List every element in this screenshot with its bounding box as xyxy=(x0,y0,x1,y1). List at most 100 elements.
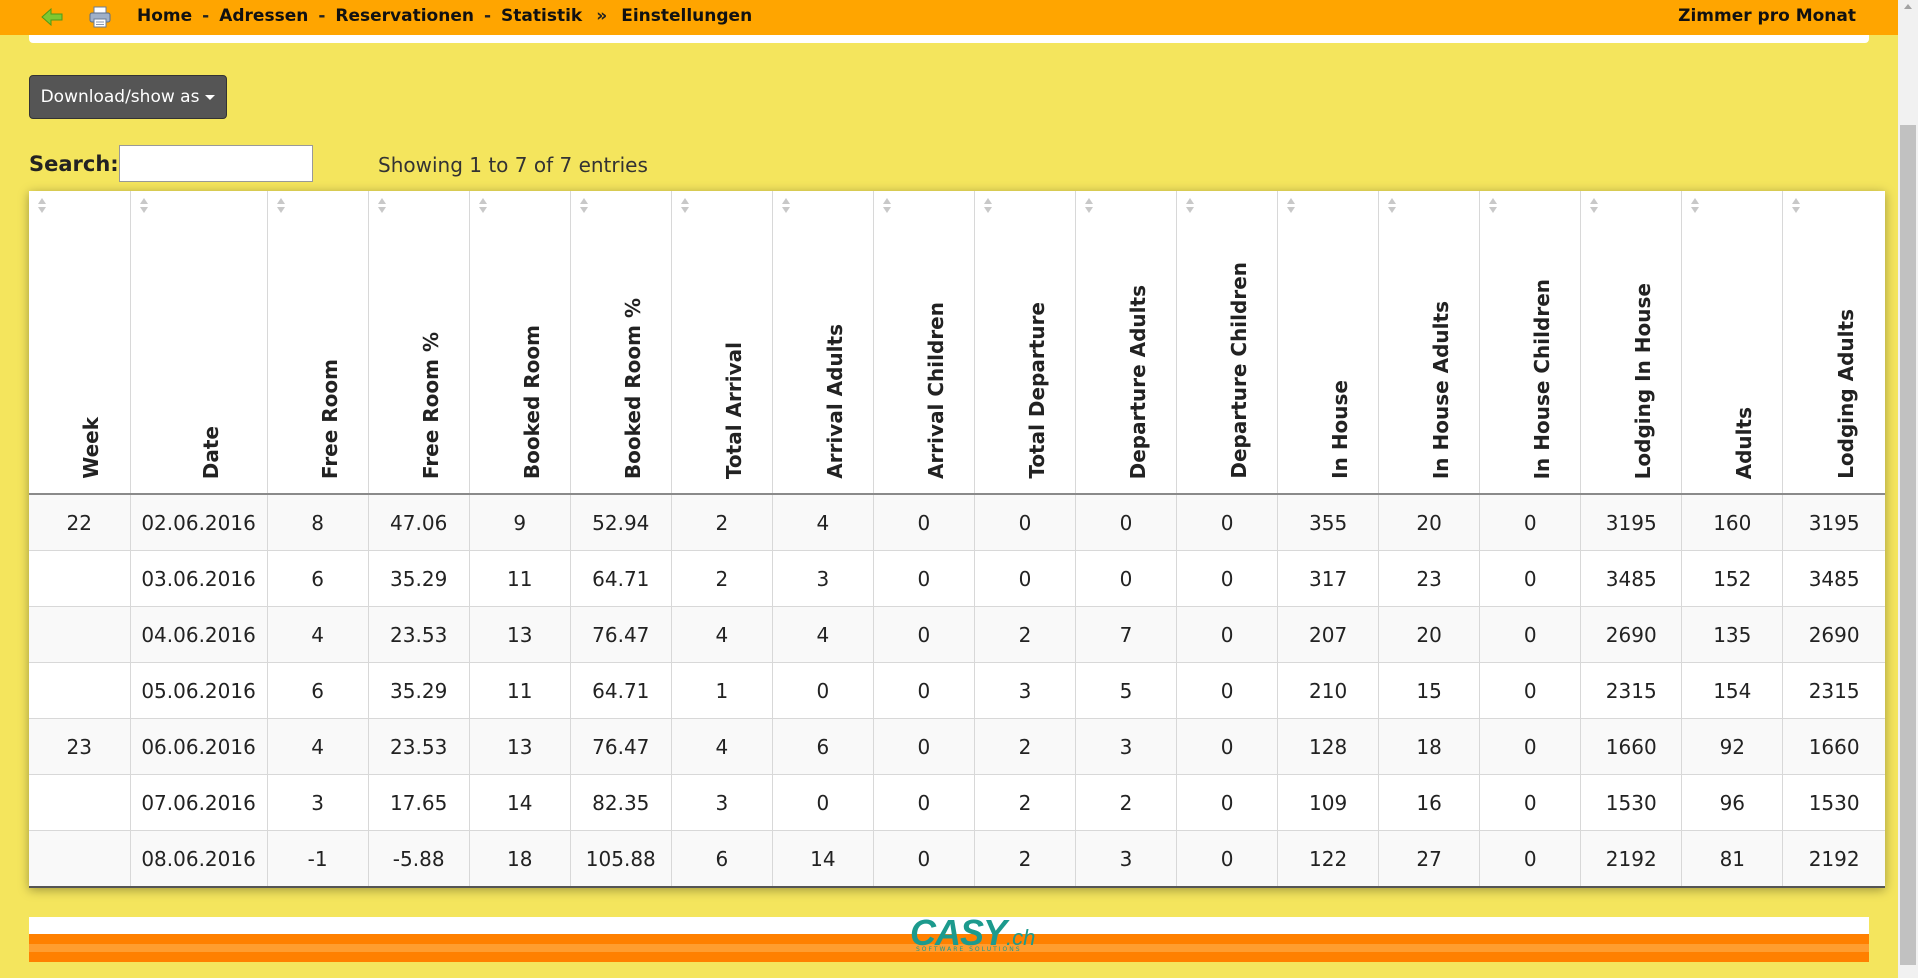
sort-icon xyxy=(1489,198,1498,213)
table-cell: 128 xyxy=(1277,718,1379,775)
casy-logo[interactable]: CASY.ch SOFTWARE SOLUTIONS xyxy=(910,912,1035,953)
top-nav-bar: Home - Adressen - Reservationen - Statistik» Ei… xyxy=(0,0,1898,35)
vertical-scrollbar[interactable] xyxy=(1898,0,1918,978)
column-header[interactable]: Date xyxy=(129,191,268,495)
column-header[interactable]: In House Adults xyxy=(1378,191,1480,495)
table-cell: 4 xyxy=(670,718,773,775)
breadcrumb-nav: Home - Adressen - Reservationen - Statistik» Ei… xyxy=(137,0,752,35)
table-cell: 15 xyxy=(1378,662,1480,719)
scroll-up-icon[interactable] xyxy=(1904,4,1912,9)
column-header[interactable]: Free Room % xyxy=(367,191,470,495)
column-header[interactable]: In House Children xyxy=(1479,191,1581,495)
table-cell: 76.47 xyxy=(569,718,672,775)
table-cell: 76.47 xyxy=(569,606,672,663)
table-row: 07.06.2016 3 17.65 14 82.35 3 0 0 2 2 0 109 16 0 1530 9… xyxy=(29,774,1885,831)
sort-icon xyxy=(781,198,790,213)
table-cell: 0 xyxy=(1074,494,1177,551)
table-cell: 0 xyxy=(1479,830,1581,888)
table-cell: 20 xyxy=(1378,606,1480,663)
download-show-as-button[interactable]: Download/show as xyxy=(29,75,227,119)
table-cell: 4 xyxy=(771,494,874,551)
column-header[interactable]: Departure Children xyxy=(1176,191,1278,495)
table-cell: 3485 xyxy=(1580,550,1682,607)
column-header[interactable]: Adults xyxy=(1681,191,1783,495)
header-strip xyxy=(29,35,1869,43)
table-cell: 4 xyxy=(771,606,874,663)
caret-down-icon xyxy=(205,94,216,100)
statistics-table: Week Date Free Room Free Room % Booked Room B… xyxy=(29,191,1885,888)
nav-arrow-separator: » xyxy=(596,6,608,26)
table-cell: 35.29 xyxy=(367,550,470,607)
column-header-label: Adults xyxy=(1732,406,1757,479)
table-row: 04.06.2016 4 23.53 13 76.47 4 4 0 2 7 0 207 20 0 2690 1… xyxy=(29,606,1885,663)
table-cell: 0 xyxy=(1479,662,1581,719)
column-header-label: Booked Room xyxy=(519,324,544,479)
column-header[interactable]: Booked Room % xyxy=(569,191,672,495)
sort-icon xyxy=(1590,198,1599,213)
column-header[interactable]: Total Arrival xyxy=(670,191,773,495)
table-cell: 317 xyxy=(1277,550,1379,607)
column-header[interactable]: Arrival Adults xyxy=(771,191,874,495)
table-cell: 105.88 xyxy=(569,830,672,888)
column-header-label: Total Departure xyxy=(1024,302,1049,479)
sort-icon xyxy=(1287,198,1296,213)
sort-icon xyxy=(1792,198,1801,213)
table-cell: 355 xyxy=(1277,494,1379,551)
table-cell: 47.06 xyxy=(367,494,470,551)
sort-icon xyxy=(139,198,148,213)
entries-info: Showing 1 to 7 of 7 entries xyxy=(378,153,648,177)
table-cell: 1660 xyxy=(1782,718,1885,775)
column-header[interactable]: Lodging In House xyxy=(1580,191,1682,495)
column-header[interactable]: Total Departure xyxy=(973,191,1076,495)
table-cell: 0 xyxy=(771,662,874,719)
table-row: 23 06.06.2016 4 23.53 13 76.47 4 6 0 2 3 0 128 18 0 166… xyxy=(29,718,1885,775)
table-cell: 14 xyxy=(468,774,571,831)
table-cell: 0 xyxy=(1479,774,1581,831)
table-cell: 64.71 xyxy=(569,550,672,607)
nav-einstellungen[interactable]: Einstellungen xyxy=(621,6,752,26)
table-cell: 2690 xyxy=(1782,606,1885,663)
column-header-label: In House Adults xyxy=(1429,300,1454,479)
logo-subtitle: SOFTWARE SOLUTIONS xyxy=(916,946,1022,953)
sort-icon xyxy=(1691,198,1700,213)
table-cell: 17.65 xyxy=(367,774,470,831)
table-cell: 11 xyxy=(468,662,571,719)
column-header[interactable]: In House xyxy=(1277,191,1379,495)
printer-icon[interactable] xyxy=(88,6,112,28)
table-cell: 64.71 xyxy=(569,662,672,719)
table-cell: 0 xyxy=(1074,550,1177,607)
search-input[interactable] xyxy=(119,145,313,182)
column-header[interactable]: Week xyxy=(29,191,131,495)
nav-reservationen[interactable]: Reservationen xyxy=(335,6,474,26)
column-header[interactable]: Free Room xyxy=(266,191,369,495)
scrollbar-thumb[interactable] xyxy=(1900,125,1916,965)
download-button-label: Download/show as xyxy=(40,87,200,107)
table-cell: 16 xyxy=(1378,774,1480,831)
nav-home[interactable]: Home xyxy=(137,6,192,26)
column-header[interactable]: Arrival Children xyxy=(872,191,975,495)
column-header[interactable]: Lodging Adults xyxy=(1782,191,1885,495)
nav-adressen[interactable]: Adressen xyxy=(219,6,308,26)
table-cell: -1 xyxy=(266,830,369,888)
table-cell: 135 xyxy=(1681,606,1783,663)
table-cell: 20 xyxy=(1378,494,1480,551)
table-row: 05.06.2016 6 35.29 11 64.71 1 0 0 3 5 0 210 15 0 2315 1… xyxy=(29,662,1885,719)
table-cell: 96 xyxy=(1681,774,1783,831)
table-cell: 152 xyxy=(1681,550,1783,607)
table-cell: 1660 xyxy=(1580,718,1682,775)
column-header-label: Arrival Children xyxy=(923,301,948,479)
back-arrow-icon[interactable] xyxy=(40,6,64,28)
table-cell: 3 xyxy=(266,774,369,831)
table-cell: 2 xyxy=(1074,774,1177,831)
table-cell: 4 xyxy=(266,606,369,663)
table-cell: 2 xyxy=(670,494,773,551)
table-cell: 154 xyxy=(1681,662,1783,719)
table-body: 22 02.06.2016 8 47.06 9 52.94 2 4 0 0 0 0 355 20 0 3195… xyxy=(29,494,1885,888)
table-cell: 0 xyxy=(973,494,1076,551)
table-cell: 0 xyxy=(1176,830,1278,888)
column-header[interactable]: Booked Room xyxy=(468,191,571,495)
nav-statistik[interactable]: Statistik xyxy=(501,6,582,26)
table-cell: 0 xyxy=(1176,606,1278,663)
table-row: 03.06.2016 6 35.29 11 64.71 2 3 0 0 0 0 317 23 0 3485 1… xyxy=(29,550,1885,607)
column-header[interactable]: Departure Adults xyxy=(1074,191,1177,495)
